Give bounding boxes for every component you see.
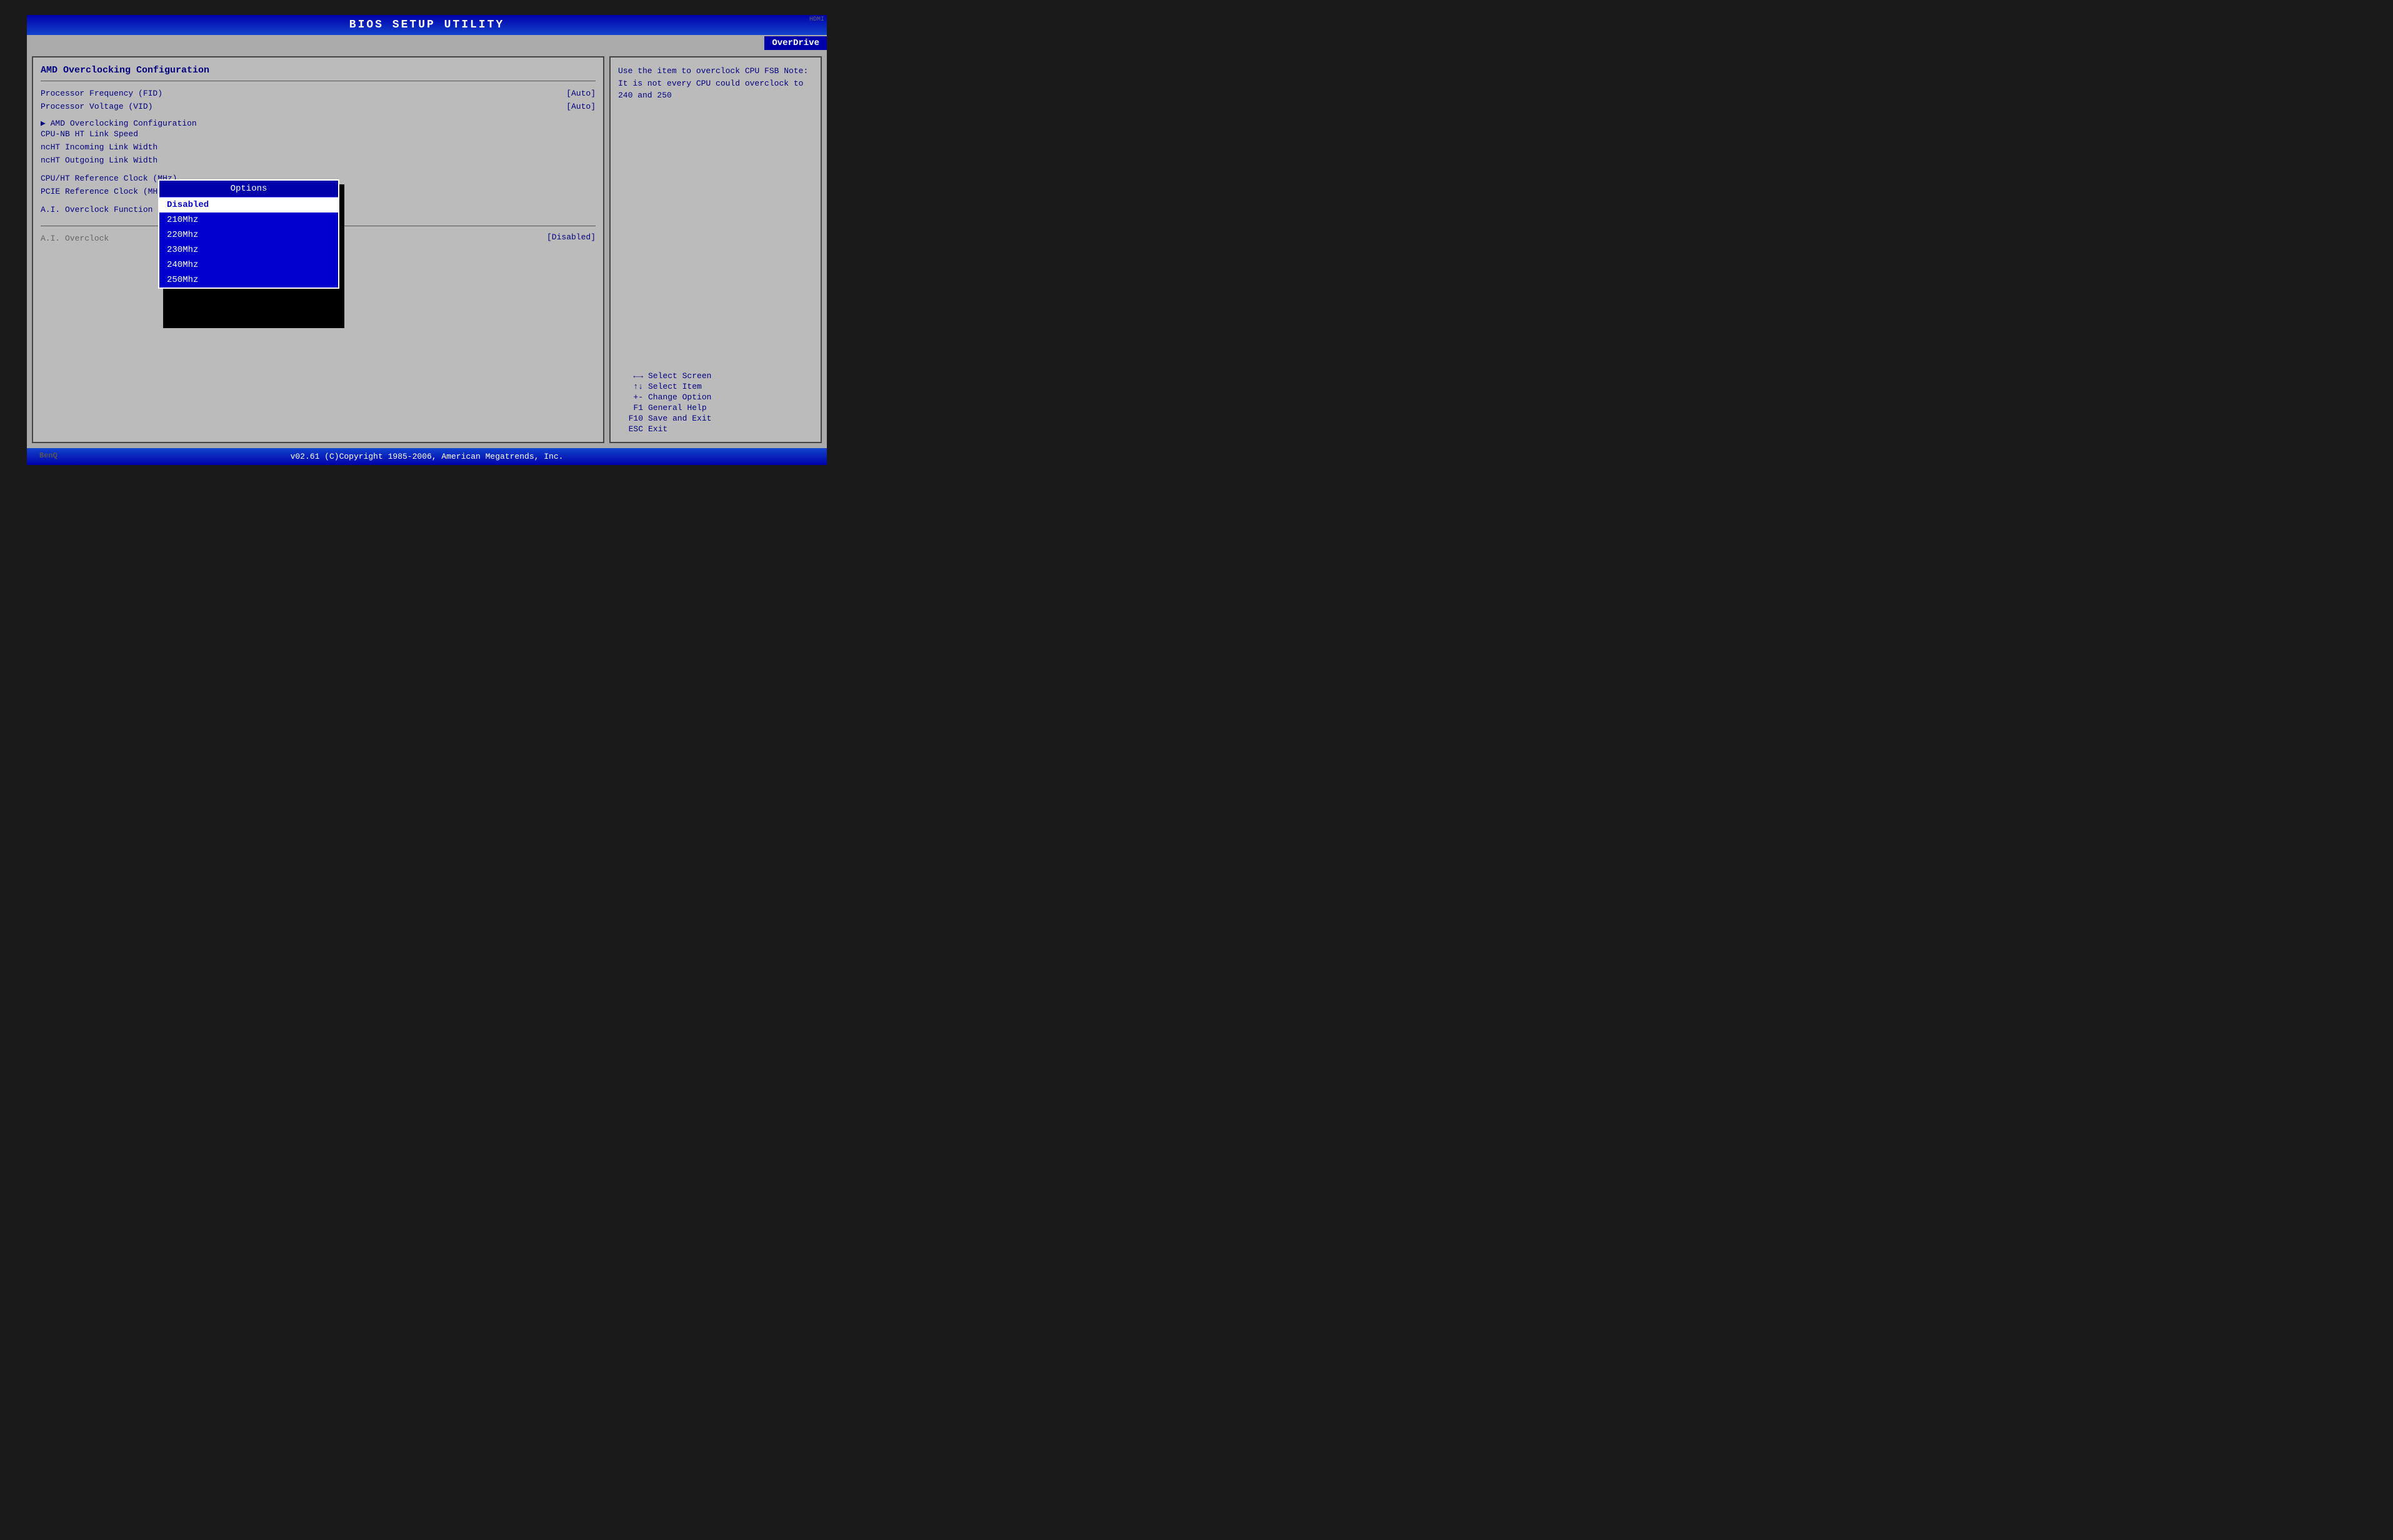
hdmi-label: HDMI [809, 16, 824, 23]
benq-logo: BenQ [39, 451, 57, 460]
options-dropdown[interactable]: Options Disabled 210Mhz 220Mhz 230Mhz 24… [158, 179, 339, 289]
keybind-exit: ESC Exit [618, 424, 813, 434]
left-panel: AMD Overclocking Configuration Processor… [32, 56, 604, 443]
keybind-desc-exit: Exit [648, 424, 667, 434]
keybind-select-screen: ←→ Select Screen [618, 371, 813, 381]
cpu-nb-ht-link-speed[interactable]: CPU-NB HT Link Speed [41, 128, 596, 140]
processor-frequency-label: Processor Frequency (FID) [41, 89, 162, 98]
processor-frequency-item[interactable]: Processor Frequency (FID) [Auto] [41, 88, 596, 99]
dropdown-option-210mhz[interactable]: 210Mhz [159, 212, 338, 228]
tab-overdrive[interactable]: OverDrive [764, 36, 827, 50]
section-title: AMD Overclocking Configuration [41, 65, 596, 76]
keybind-key-esc: ESC [618, 424, 643, 434]
keybind-desc-save: Save and Exit [648, 414, 711, 423]
footer-bar: v02.61 (C)Copyright 1985-2006, American … [27, 448, 827, 465]
keybind-key-f10: F10 [618, 414, 643, 423]
keybindings: ←→ Select Screen ↑↓ Select Item +- Chang… [618, 371, 813, 434]
spacer2 [41, 168, 596, 172]
processor-frequency-value: [Auto] [566, 89, 596, 98]
keybind-key-f1: F1 [618, 403, 643, 412]
dropdown-title: Options [159, 181, 338, 198]
dropdown-option-240mhz[interactable]: 240Mhz [159, 258, 338, 272]
amd-overclock-submenu[interactable]: ▶ AMD Overclocking Configuration [41, 119, 596, 128]
keybind-desc-item: Select Item [648, 382, 702, 391]
keybind-change-option: +- Change Option [618, 392, 813, 402]
dropdown-option-250mhz[interactable]: 250Mhz [159, 272, 338, 288]
ai-overclock-value: [Disabled] [547, 232, 596, 246]
screen: HDMI BIOS SETUP UTILITY OverDrive AMD Ov… [27, 15, 827, 465]
keybind-save-exit: F10 Save and Exit [618, 413, 813, 424]
processor-voltage-item[interactable]: Processor Voltage (VID) [Auto] [41, 101, 596, 112]
dropdown-option-disabled[interactable]: Disabled [159, 198, 338, 212]
tab-row: OverDrive [27, 35, 827, 51]
keybind-desc-option: Change Option [648, 392, 711, 402]
ncht-outgoing-link-width[interactable]: ncHT Outgoing Link Width [41, 154, 596, 166]
spacer1 [41, 114, 596, 119]
processor-voltage-value: [Auto] [566, 102, 596, 111]
keybind-desc-help: General Help [648, 403, 707, 412]
keybind-select-item: ↑↓ Select Item [618, 381, 813, 392]
main-content: AMD Overclocking Configuration Processor… [27, 51, 827, 448]
keybind-key-arrows: ←→ [618, 371, 643, 381]
keybind-key-plusminus: +- [618, 392, 643, 402]
ncht-incoming-link-width[interactable]: ncHT Incoming Link Width [41, 141, 596, 153]
monitor-bezel: HDMI BIOS SETUP UTILITY OverDrive AMD Ov… [27, 15, 827, 465]
keybind-desc-screen: Select Screen [648, 371, 711, 381]
bios-title: BIOS SETUP UTILITY [27, 15, 827, 35]
processor-voltage-label: Processor Voltage (VID) [41, 102, 152, 111]
right-panel: Use the item to overclock CPU FSB Note: … [609, 56, 822, 443]
dropdown-option-230mhz[interactable]: 230Mhz [159, 242, 338, 258]
ai-overclock-label: A.I. Overclock [41, 232, 109, 244]
keybind-general-help: F1 General Help [618, 402, 813, 413]
help-text: Use the item to overclock CPU FSB Note: … [618, 65, 813, 371]
dropdown-option-220mhz[interactable]: 220Mhz [159, 228, 338, 242]
keybind-key-updown: ↑↓ [618, 382, 643, 391]
